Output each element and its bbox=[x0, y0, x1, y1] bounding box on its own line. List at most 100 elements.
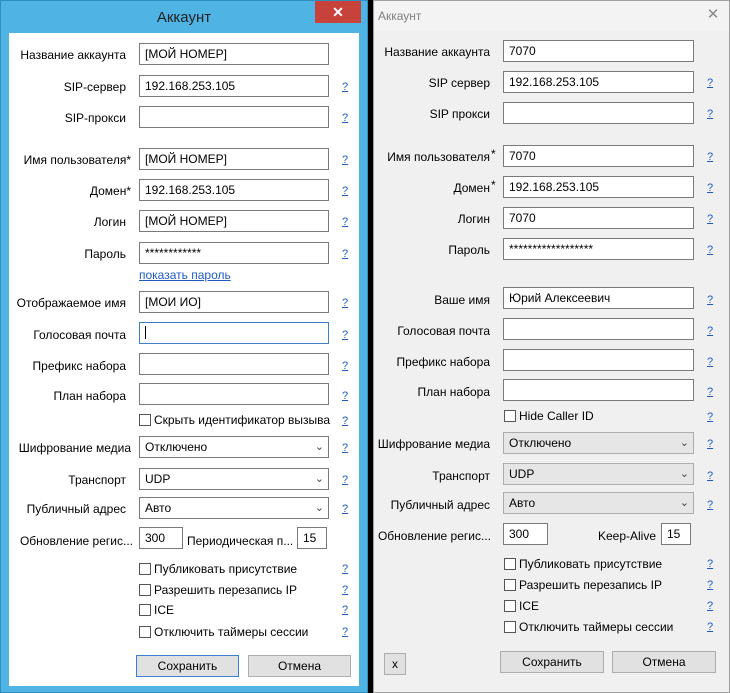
ice-checkbox[interactable]: ICE bbox=[504, 599, 539, 613]
cancel-button[interactable]: Отмена bbox=[248, 655, 351, 677]
login-input[interactable]: 7070 bbox=[503, 207, 694, 229]
select-value: Авто bbox=[509, 496, 536, 510]
help-link-dial-plan[interactable]: ? bbox=[707, 386, 713, 398]
transport-select[interactable]: UDP ⌄ bbox=[503, 463, 694, 485]
help-link-sip-proxy[interactable]: ? bbox=[342, 112, 348, 124]
account-dialog-right: Аккаунт ✕ Название аккаунта 7070 SIP сер… bbox=[373, 0, 730, 693]
publish-presence-checkbox[interactable]: Публиковать присутствие bbox=[139, 562, 297, 576]
sip-server-input[interactable]: 192.168.253.105 bbox=[503, 71, 694, 93]
help-link-display-name[interactable]: ? bbox=[342, 297, 348, 309]
media-encryption-label: Шифрование медиа bbox=[18, 441, 131, 455]
help-link-dial-prefix[interactable]: ? bbox=[342, 360, 348, 372]
voicemail-input[interactable] bbox=[503, 318, 694, 340]
transport-select[interactable]: UDP ⌄ bbox=[139, 468, 329, 490]
registration-refresh-input[interactable]: 300 bbox=[139, 527, 183, 549]
help-link-login[interactable]: ? bbox=[707, 213, 713, 225]
registration-refresh-input[interactable]: 300 bbox=[503, 523, 548, 545]
login-label: Логин bbox=[93, 215, 126, 229]
help-link-hide-caller-id[interactable]: ? bbox=[342, 415, 348, 427]
hide-caller-id-checkbox[interactable]: Hide Caller ID bbox=[504, 409, 594, 423]
dialog-body: Название аккаунта [МОЙ НОМЕР] SIP-сервер… bbox=[9, 33, 359, 686]
dial-prefix-input[interactable] bbox=[503, 349, 694, 371]
help-link-sip-proxy[interactable]: ? bbox=[707, 108, 713, 120]
help-link-public-address[interactable]: ? bbox=[707, 499, 713, 511]
transport-label: Транспорт bbox=[432, 469, 490, 483]
account-name-input[interactable]: 7070 bbox=[503, 40, 694, 62]
close-icon[interactable]: ✕ bbox=[705, 7, 721, 23]
help-link-dial-plan[interactable]: ? bbox=[342, 390, 348, 402]
help-link-disable-session-timers[interactable]: ? bbox=[342, 626, 348, 638]
save-button[interactable]: Сохранить bbox=[136, 655, 239, 677]
help-link-media-encryption[interactable]: ? bbox=[342, 442, 348, 454]
chevron-down-icon: ⌄ bbox=[679, 468, 689, 480]
checkbox-box bbox=[504, 410, 516, 422]
help-link-voicemail[interactable]: ? bbox=[707, 325, 713, 337]
keep-alive-input[interactable]: 15 bbox=[661, 523, 691, 545]
periodic-input[interactable]: 15 bbox=[297, 527, 327, 549]
help-link-ice[interactable]: ? bbox=[342, 604, 348, 616]
media-encryption-select[interactable]: Отключено ⌄ bbox=[139, 436, 329, 458]
allow-ip-rewrite-checkbox[interactable]: Разрешить перезапись IP bbox=[504, 578, 662, 592]
sip-proxy-input[interactable] bbox=[139, 106, 329, 128]
help-link-transport[interactable]: ? bbox=[707, 470, 713, 482]
checkbox-label: Скрыть идентификатор вызываю bbox=[154, 413, 331, 427]
help-link-voicemail[interactable]: ? bbox=[342, 329, 348, 341]
sip-proxy-input[interactable] bbox=[503, 102, 694, 124]
account-name-input[interactable]: [МОЙ НОМЕР] bbox=[139, 43, 329, 65]
media-encryption-select[interactable]: Отключено ⌄ bbox=[503, 432, 694, 454]
help-link-your-name[interactable]: ? bbox=[707, 294, 713, 306]
dial-plan-input[interactable] bbox=[139, 383, 329, 405]
help-link-sip-server[interactable]: ? bbox=[707, 77, 713, 89]
password-input[interactable]: ****************** bbox=[503, 238, 694, 260]
password-input[interactable]: ************ bbox=[139, 242, 329, 264]
help-link-sip-server[interactable]: ? bbox=[342, 81, 348, 93]
x-button[interactable]: x bbox=[384, 653, 406, 675]
publish-presence-checkbox[interactable]: Публиковать присутствие bbox=[504, 557, 662, 571]
help-link-publish-presence[interactable]: ? bbox=[342, 563, 348, 575]
registration-refresh-label: Обновление регис... bbox=[377, 529, 491, 543]
allow-ip-rewrite-checkbox[interactable]: Разрешить перезапись IP bbox=[139, 583, 297, 597]
help-link-publish-presence[interactable]: ? bbox=[707, 558, 713, 570]
checkbox-label: ICE bbox=[519, 599, 540, 613]
help-link-hide-caller-id[interactable]: ? bbox=[707, 411, 713, 423]
help-link-public-address[interactable]: ? bbox=[342, 503, 348, 515]
voicemail-input[interactable] bbox=[139, 322, 329, 344]
domain-input[interactable]: 192.168.253.105 bbox=[503, 176, 694, 198]
display-name-input[interactable]: [МОИ ИО] bbox=[139, 291, 329, 313]
help-link-login[interactable]: ? bbox=[342, 216, 348, 228]
username-input[interactable]: 7070 bbox=[503, 145, 694, 167]
help-link-dial-prefix[interactable]: ? bbox=[707, 356, 713, 368]
help-link-domain[interactable]: ? bbox=[342, 185, 348, 197]
close-button[interactable]: ✕ bbox=[315, 1, 361, 23]
help-link-allow-ip-rewrite[interactable]: ? bbox=[342, 584, 348, 596]
help-link-domain[interactable]: ? bbox=[707, 182, 713, 194]
your-name-input[interactable]: Юрий Алексеевич bbox=[503, 287, 694, 309]
disable-session-timers-checkbox[interactable]: Отключить таймеры сессии bbox=[504, 620, 673, 634]
help-link-username[interactable]: ? bbox=[342, 154, 348, 166]
help-link-allow-ip-rewrite[interactable]: ? bbox=[707, 579, 713, 591]
help-link-password[interactable]: ? bbox=[707, 244, 713, 256]
dialog-body: Название аккаунта 7070 SIP сервер 192.16… bbox=[374, 31, 729, 692]
help-link-username[interactable]: ? bbox=[707, 151, 713, 163]
sip-server-input[interactable]: 192.168.253.105 bbox=[139, 75, 329, 97]
help-link-ice[interactable]: ? bbox=[707, 600, 713, 612]
help-link-password[interactable]: ? bbox=[342, 248, 348, 260]
cancel-button[interactable]: Отмена bbox=[612, 651, 716, 673]
public-address-select[interactable]: Авто ⌄ bbox=[139, 497, 329, 519]
help-link-disable-session-timers[interactable]: ? bbox=[707, 621, 713, 633]
save-button[interactable]: Сохранить bbox=[500, 651, 604, 673]
dial-plan-input[interactable] bbox=[503, 379, 694, 401]
dial-prefix-input[interactable] bbox=[139, 353, 329, 375]
login-input[interactable]: [МОЙ НОМЕР] bbox=[139, 210, 329, 232]
sip-proxy-label: SIP прокси bbox=[429, 107, 490, 121]
public-address-select[interactable]: Авто ⌄ bbox=[503, 492, 694, 514]
disable-session-timers-checkbox[interactable]: Отключить таймеры сессии bbox=[139, 625, 308, 639]
hide-caller-id-checkbox[interactable]: Скрыть идентификатор вызываю bbox=[139, 413, 331, 427]
help-link-transport[interactable]: ? bbox=[342, 474, 348, 486]
help-link-media-encryption[interactable]: ? bbox=[707, 438, 713, 450]
show-password-link[interactable]: показать пароль bbox=[139, 268, 231, 282]
account-name-label: Название аккаунта bbox=[384, 45, 490, 59]
ice-checkbox[interactable]: ICE bbox=[139, 603, 174, 617]
domain-input[interactable]: 192.168.253.105 bbox=[139, 179, 329, 201]
username-input[interactable]: [МОЙ НОМЕР] bbox=[139, 148, 329, 170]
